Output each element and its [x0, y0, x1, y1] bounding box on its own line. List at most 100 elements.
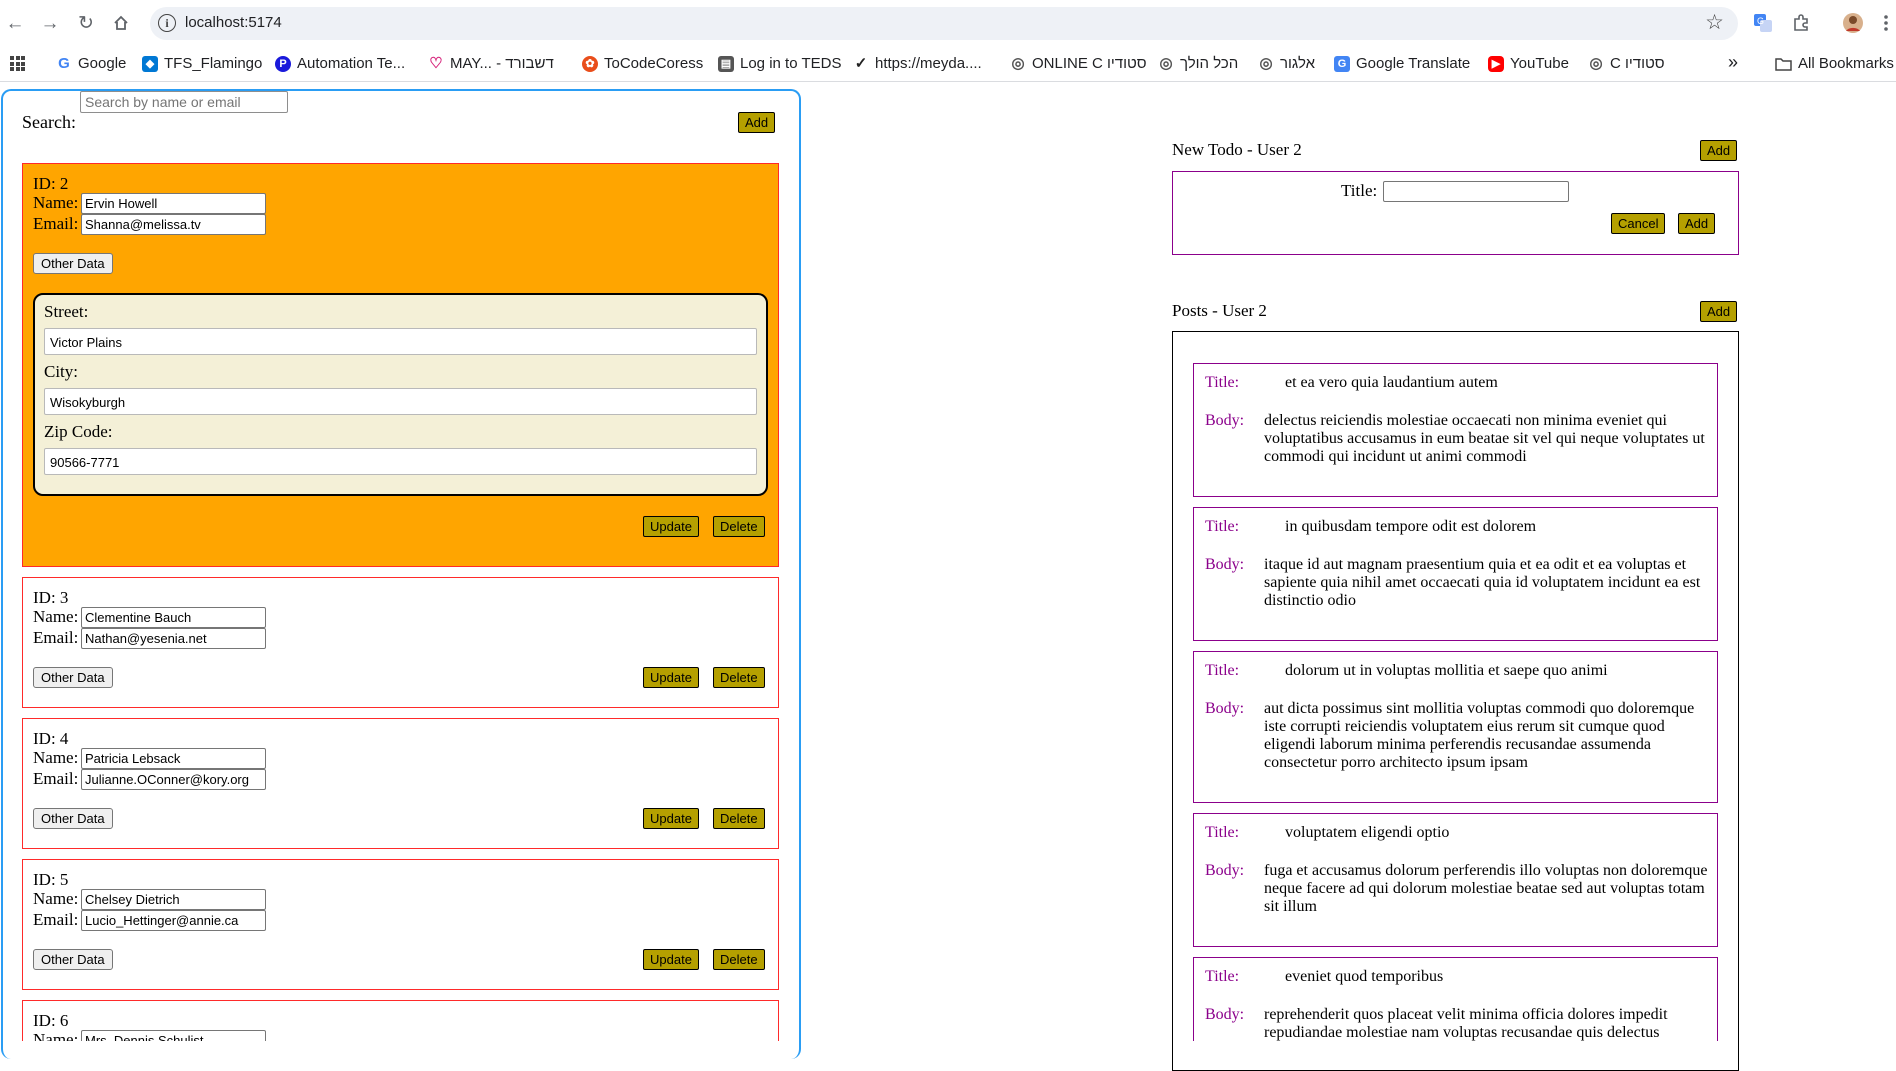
- bookmark-may-dashboard[interactable]: ♡ MAY... - דשבורד: [428, 55, 554, 72]
- post-card[interactable]: Title: voluptatem eligendi optio Body: f…: [1193, 813, 1718, 947]
- name-field[interactable]: Patricia Lebsack: [81, 748, 266, 769]
- todo-title-label: Title:: [1341, 181, 1378, 200]
- delete-button[interactable]: Delete: [713, 516, 765, 537]
- email-field[interactable]: Nathan@yesenia.net: [81, 628, 266, 649]
- search-input[interactable]: [80, 91, 288, 113]
- more-bookmarks-chevron[interactable]: »: [1728, 52, 1738, 73]
- post-card[interactable]: Title: eveniet quod temporibus Body: rep…: [1193, 957, 1718, 1041]
- bookmark-hakol-holech[interactable]: ◎ הכל הולך: [1158, 55, 1238, 72]
- update-button[interactable]: Update: [643, 949, 699, 970]
- bookmark-label: C סטודיו: [1610, 55, 1665, 72]
- todo-title-input[interactable]: [1383, 181, 1569, 202]
- other-data-button[interactable]: Other Data: [33, 949, 113, 970]
- email-label: Email:: [33, 769, 79, 788]
- bookmark-youtube[interactable]: ▶ YouTube: [1488, 55, 1569, 72]
- post-body-label: Body:: [1205, 556, 1245, 573]
- reload-icon[interactable]: ↻: [73, 10, 99, 36]
- other-data-button[interactable]: Other Data: [33, 808, 113, 829]
- name-label: Name:: [33, 889, 79, 908]
- post-card[interactable]: Title: dolorum ut in voluptas mollitia e…: [1193, 651, 1718, 803]
- zip-field[interactable]: 90566-7771: [44, 448, 757, 475]
- email-field[interactable]: Lucio_Hettinger@annie.ca: [81, 910, 266, 931]
- browser-toolbar: ← → ↻ i localhost:5174 ☆ G: [0, 0, 1896, 46]
- post-card[interactable]: Title: et ea vero quia laudantium autem …: [1193, 363, 1718, 497]
- name-label: Name:: [33, 607, 79, 626]
- todo-submit-button[interactable]: Add: [1678, 213, 1716, 234]
- user-id: ID: 3: [33, 588, 69, 607]
- name-field[interactable]: Ervin Howell: [81, 193, 266, 214]
- bookmark-google[interactable]: G Google: [56, 55, 126, 72]
- bookmark-label: TFS_Flamingo: [164, 55, 263, 72]
- email-label: Email:: [33, 910, 79, 929]
- home-icon[interactable]: [108, 10, 134, 36]
- all-bookmarks-label: All Bookmarks: [1798, 55, 1894, 72]
- user-card[interactable]: ID: 5 Name: Chelsey Dietrich Email: Luci…: [22, 859, 779, 990]
- youtube-icon: ▶: [1488, 55, 1504, 72]
- user-id: ID: 5: [33, 870, 69, 889]
- extensions-puzzle-icon[interactable]: [1788, 10, 1814, 36]
- address-bar[interactable]: i localhost:5174 ☆: [150, 7, 1738, 40]
- update-button[interactable]: Update: [643, 808, 699, 829]
- email-label: Email:: [33, 628, 79, 647]
- name-field[interactable]: Mrs. Dennis Schulist: [81, 1030, 266, 1041]
- post-body: delectus reiciendis molestiae occaecati …: [1264, 412, 1705, 465]
- bookmark-online-c[interactable]: ◎ ONLINE C סטודיו: [1010, 55, 1147, 72]
- forward-arrow-icon[interactable]: →: [37, 10, 63, 36]
- folder-icon: [1775, 57, 1792, 71]
- bookmark-automation[interactable]: P Automation Te...: [275, 55, 405, 72]
- bookmark-tfs[interactable]: ◆ TFS_Flamingo: [142, 55, 262, 72]
- post-body: reprehenderit quos placeat velit minima …: [1264, 1006, 1668, 1041]
- meyda-icon: ✓: [853, 54, 869, 72]
- posts-add-button[interactable]: Add: [1700, 301, 1738, 322]
- todo-add-button[interactable]: Add: [1700, 140, 1738, 161]
- post-title-label: Title:: [1205, 662, 1240, 679]
- user-id: ID: 2: [33, 174, 69, 193]
- profile-avatar[interactable]: [1840, 10, 1866, 36]
- menu-kebab-icon[interactable]: [1873, 10, 1896, 36]
- post-card[interactable]: Title: in quibusdam tempore odit est dol…: [1193, 507, 1718, 641]
- update-button[interactable]: Update: [643, 516, 699, 537]
- site-info-icon[interactable]: i: [158, 14, 176, 32]
- bookmark-google-translate[interactable]: G Google Translate: [1334, 55, 1470, 72]
- bookmark-star-icon[interactable]: ☆: [1705, 10, 1724, 35]
- add-user-button[interactable]: Add: [738, 112, 776, 133]
- user-card-selected[interactable]: ID: 2 Name: Ervin Howell Email: Shanna@m…: [22, 163, 779, 567]
- other-data-button[interactable]: Other Data: [33, 253, 113, 274]
- bookmark-studio-c[interactable]: ◎ C סטודיו: [1588, 55, 1665, 72]
- todo-cancel-button[interactable]: Cancel: [1611, 213, 1666, 234]
- name-field[interactable]: Clementine Bauch: [81, 607, 266, 628]
- name-label: Name:: [33, 1030, 79, 1041]
- email-field[interactable]: Shanna@melissa.tv: [81, 214, 266, 235]
- street-field[interactable]: Victor Plains: [44, 328, 757, 355]
- bookmark-label: ToCodeCoress: [604, 55, 704, 72]
- user-card[interactable]: ID: 3 Name: Clementine Bauch Email: Nath…: [22, 577, 779, 708]
- bookmark-label: אלגור: [1280, 55, 1316, 72]
- post-title-label: Title:: [1205, 518, 1240, 535]
- other-data-button[interactable]: Other Data: [33, 667, 113, 688]
- bookmark-label: YouTube: [1510, 55, 1569, 72]
- user-card[interactable]: ID: 6 Name: Mrs. Dennis Schulist: [22, 1000, 779, 1041]
- city-field[interactable]: Wisokyburgh: [44, 388, 757, 415]
- update-button[interactable]: Update: [643, 667, 699, 688]
- url-text[interactable]: localhost:5174: [185, 14, 282, 31]
- translate-extension-icon[interactable]: G: [1750, 10, 1776, 36]
- delete-button[interactable]: Delete: [713, 667, 765, 688]
- bookmark-meyda[interactable]: ✓ https://meyda....: [853, 55, 982, 72]
- user-card[interactable]: ID: 4 Name: Patricia Lebsack Email: Juli…: [22, 718, 779, 849]
- user-id: ID: 4: [33, 729, 69, 748]
- posts-header: Posts - User 2: [1172, 301, 1267, 320]
- email-label: Email:: [33, 214, 79, 233]
- back-arrow-icon[interactable]: ←: [2, 10, 28, 36]
- bookmark-tocode[interactable]: ✿ ToCodeCoress: [582, 55, 703, 72]
- bookmark-label: Automation Te...: [297, 55, 406, 72]
- apps-grid-icon[interactable]: [10, 56, 25, 71]
- name-field[interactable]: Chelsey Dietrich: [81, 889, 266, 910]
- delete-button[interactable]: Delete: [713, 808, 765, 829]
- all-bookmarks[interactable]: All Bookmarks: [1775, 55, 1894, 72]
- delete-button[interactable]: Delete: [713, 949, 765, 970]
- bookmark-label: MAY... - דשבורד: [450, 55, 554, 72]
- email-field[interactable]: Julianne.OConner@kory.org: [81, 769, 266, 790]
- bookmark-algor[interactable]: ◎ אלגור: [1258, 55, 1315, 72]
- bookmark-teds[interactable]: ▤ Log in to TEDS: [718, 55, 841, 72]
- post-title: et ea vero quia laudantium autem: [1285, 374, 1498, 391]
